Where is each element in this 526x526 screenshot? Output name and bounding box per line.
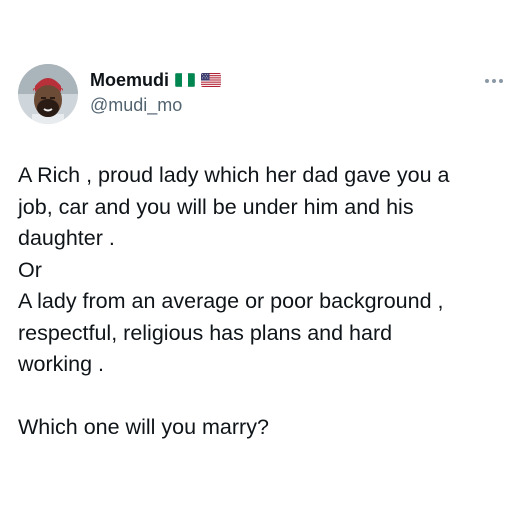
tweet-text-line: A lady from an average or poor backgroun… [18, 289, 444, 313]
author-avatar[interactable] [18, 64, 78, 124]
tweet-text-line: daughter . [18, 226, 115, 250]
author-handle[interactable]: @mudi_mo [90, 95, 182, 116]
usa-flag-icon [201, 73, 221, 87]
more-options-icon[interactable] [483, 76, 505, 86]
tweet-text-line: working . [18, 352, 105, 376]
author-name-row: Moemudi [90, 67, 221, 93]
tweet-text-line: Which one will you marry? [18, 415, 269, 439]
tweet-text: A Rich , proud lady which her dad gave y… [18, 160, 513, 444]
tweet-text-line: Or [18, 257, 42, 282]
author-display-name[interactable]: Moemudi [90, 70, 169, 91]
nigeria-flag-icon [175, 73, 195, 87]
tweet-text-line: job, car and you will be under him and h… [18, 194, 414, 219]
tweet-text-line: respectful, religious has plans and hard [18, 320, 393, 345]
tweet-card: Moemudi @mudi_mo A Rich , proud lady whi… [0, 0, 526, 526]
tweet-text-line [18, 381, 513, 413]
tweet-text-line: A Rich , proud lady which her dad gave y… [18, 163, 450, 187]
avatar-image [18, 64, 78, 124]
